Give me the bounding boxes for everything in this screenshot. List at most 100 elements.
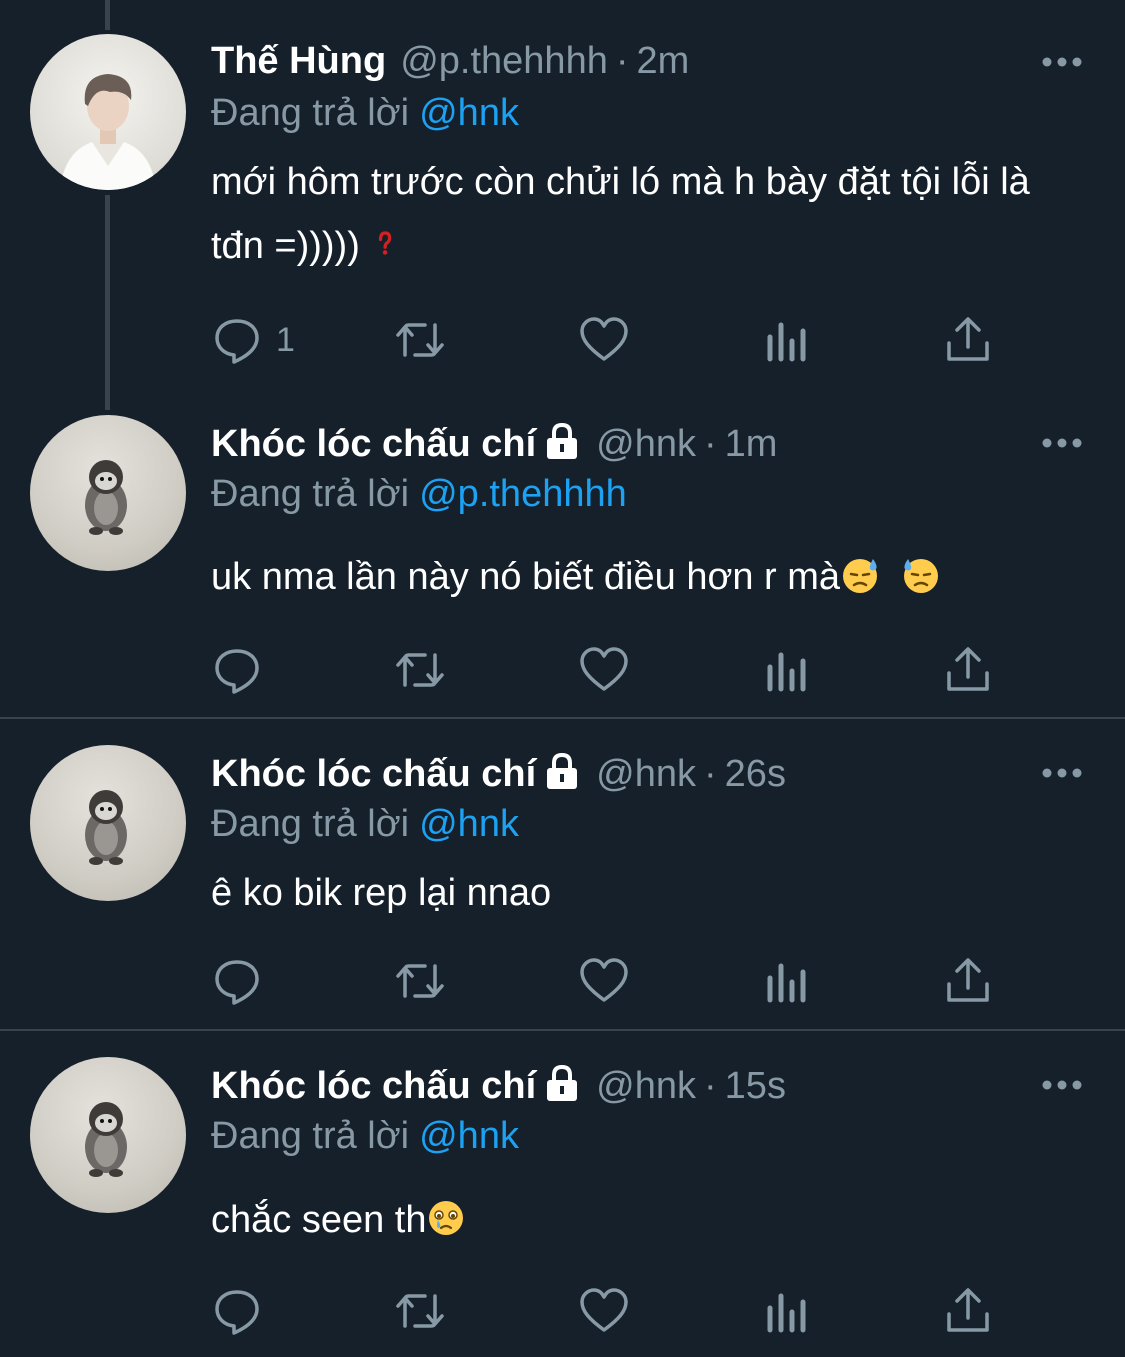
sweat-face-emoji [843,559,878,593]
retweet-button[interactable] [393,951,447,1011]
more-icon[interactable] [1040,52,1084,72]
tweet-text-content: mới hôm trước còn chửi ló mà h bày đặt t… [211,161,1030,267]
replying-label: Đang trả lời [211,1115,410,1157]
share-button[interactable] [943,951,993,1011]
reply-icon [215,649,259,694]
replying-label: Đang trả lời [211,92,410,134]
holding-back-tears-emoji [429,1201,464,1235]
share-icon [947,958,989,1002]
sweat-face-emoji [903,559,938,593]
analytics-button[interactable] [762,640,812,700]
retweet-button[interactable] [393,1281,447,1341]
lock-icon [547,422,578,459]
like-icon [580,317,628,361]
reply-count: 1 [276,320,295,359]
mention-link[interactable]: @hnk [419,92,519,134]
like-icon [580,958,628,1002]
share-button[interactable] [943,310,993,370]
analytics-icon [767,652,806,692]
timestamp[interactable]: 26s [725,753,786,795]
analytics-button[interactable] [762,310,812,370]
tweet-text: chắc seen th [211,1188,1091,1252]
tweet-header: Thế Hùng @p.thehhhh · 2m [211,38,689,84]
separator-dot: · [704,423,717,465]
tweet-text: mới hôm trước còn chửi ló mà h bày đặt t… [211,150,1091,278]
tweet-text-content: chắc seen th [211,1199,427,1241]
more-icon[interactable] [1040,763,1084,783]
analytics-button[interactable] [762,951,812,1011]
like-button[interactable] [579,310,629,370]
tweet-text-content: ê ko bik rep lại nnao [211,872,552,914]
reply-button[interactable] [212,640,262,700]
tweet-actions [0,640,1125,700]
separator-dot: · [704,1065,717,1107]
retweet-button[interactable] [393,310,447,370]
like-button[interactable] [579,640,629,700]
share-icon [947,317,989,361]
avatar[interactable] [30,415,186,571]
tweet-header: Khóc lóc chấu chí @hnk · 26s [211,751,786,797]
timestamp[interactable]: 2m [637,40,690,82]
tweet[interactable]: Khóc lóc chấu chí @hnk · 15s Đang trả lời @h… [0,1031,1125,1357]
tweet[interactable]: Khóc lóc chấu chí @hnk · 26s Đang trả lời @h… [0,719,1125,1029]
timestamp[interactable]: 1m [725,423,778,465]
mention-link[interactable]: @p.thehhhh [419,473,627,515]
reply-button[interactable]: 1 [212,310,295,370]
tweet-actions [0,951,1125,1011]
retweet-button[interactable] [393,640,447,700]
more-icon[interactable] [1040,433,1084,453]
display-name[interactable]: Khóc lóc chấu chí [211,423,536,465]
lock-icon [547,752,578,789]
tweet-actions [0,1281,1125,1341]
reply-icon [215,319,259,364]
replying-to: Đang trả lời @hnk [211,801,519,847]
reply-button[interactable] [212,951,262,1011]
like-button[interactable] [579,1281,629,1341]
separator-dot: · [704,753,717,795]
share-icon [947,647,989,691]
mention-link[interactable]: @hnk [419,1115,519,1157]
share-icon [947,1288,989,1332]
user-handle[interactable]: @p.thehhhh [400,40,608,82]
user-handle[interactable]: @hnk [596,423,696,465]
replying-to: Đang trả lời @hnk [211,1113,519,1159]
share-button[interactable] [943,640,993,700]
reply-icon [215,960,259,1005]
more-icon[interactable] [1040,1075,1084,1095]
tweet-text-content: uk nma lần này nó biết điều hơn r mà [211,556,841,598]
tweet-text: uk nma lần này nó biết điều hơn r mà [211,545,1091,609]
display-name[interactable]: Thế Hùng [211,40,386,82]
display-name[interactable]: Khóc lóc chấu chí [211,753,536,795]
like-button[interactable] [579,951,629,1011]
timestamp[interactable]: 15s [725,1065,786,1107]
reply-button[interactable] [212,1281,262,1341]
analytics-icon [767,963,806,1003]
retweet-icon [396,1294,444,1328]
retweet-icon [396,653,444,687]
analytics-button[interactable] [762,1281,812,1341]
display-name[interactable]: Khóc lóc chấu chí [211,1065,536,1107]
avatar[interactable] [30,34,186,190]
analytics-icon [767,1293,806,1333]
retweet-icon [396,323,444,357]
user-handle[interactable]: @hnk [596,753,696,795]
replying-to: Đang trả lời @hnk [211,90,519,136]
like-icon [580,647,628,691]
tweet[interactable]: Khóc lóc chấu chí @hnk · 1m Đang trả lời @p.… [0,390,1125,718]
tweet[interactable]: Thế Hùng @p.thehhhh · 2m Đang trả lời @hnk m… [0,0,1125,400]
reply-icon [215,1290,259,1335]
avatar[interactable] [30,1057,186,1213]
replying-label: Đang trả lời [211,803,410,845]
tweet-header: Khóc lóc chấu chí @hnk · 1m [211,421,777,467]
separator-dot: · [615,40,629,82]
analytics-icon [767,322,806,362]
tweet-actions: 1 [0,310,1125,370]
tweet-header: Khóc lóc chấu chí @hnk · 15s [211,1063,786,1109]
avatar[interactable] [30,745,186,901]
like-icon [580,1288,628,1332]
share-button[interactable] [943,1281,993,1341]
replying-to: Đang trả lời @p.thehhhh [211,471,627,517]
tweet-text: ê ko bik rep lại nnao [211,861,1091,925]
mention-link[interactable]: @hnk [419,803,519,845]
user-handle[interactable]: @hnk [596,1065,696,1107]
